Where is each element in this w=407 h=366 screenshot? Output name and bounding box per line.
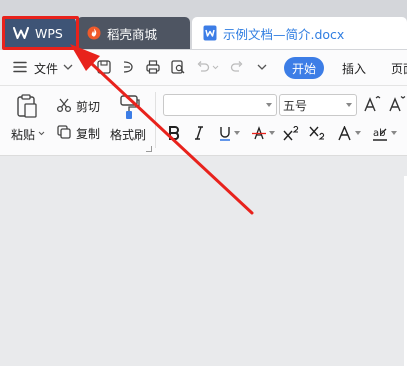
print-preview-icon[interactable] (170, 59, 186, 75)
export-pdf-icon[interactable] (120, 59, 136, 75)
format-painter-label[interactable]: 格式刷 (110, 126, 146, 143)
title-tab-bar: WPS 稻壳商城 示例文档—简介.docx (0, 0, 407, 50)
copy-icon[interactable] (56, 124, 72, 140)
scissors-icon[interactable] (56, 97, 72, 113)
strikethrough-dropdown-icon (268, 131, 275, 135)
superscript-icon[interactable] (283, 122, 301, 144)
font-name-dropdown-icon (266, 103, 272, 107)
undo-dropdown-icon[interactable] (212, 65, 219, 70)
bold-icon[interactable] (166, 122, 182, 144)
highlight-color-dropdown-icon (390, 131, 397, 135)
tab-document[interactable]: 示例文档—简介.docx (192, 17, 407, 49)
document-canvas[interactable] (0, 157, 407, 366)
highlight-color-icon[interactable]: ab (370, 122, 398, 144)
underline-icon[interactable] (216, 122, 242, 144)
underline-dropdown-icon (233, 131, 240, 135)
format-painter-icon[interactable] (118, 94, 140, 120)
font-size-select[interactable]: 五号 (279, 94, 357, 116)
strikethrough-icon[interactable] (250, 122, 276, 144)
hamburger-menu-icon[interactable] (13, 61, 27, 73)
tab-docer-store[interactable]: 稻壳商城 (77, 17, 190, 49)
text-effect-dropdown-icon (355, 131, 361, 135)
tab-page[interactable]: 页面 (391, 60, 407, 77)
file-menu-label[interactable]: 文件 (34, 60, 58, 77)
paste-dropdown-icon[interactable] (38, 131, 45, 136)
font-size-dropdown-icon (346, 103, 352, 107)
paste-icon[interactable] (16, 94, 38, 118)
tab-wps-label: WPS (35, 25, 63, 41)
chevron-down-icon[interactable] (63, 64, 73, 71)
font-size-value: 五号 (283, 98, 308, 113)
cut-label[interactable]: 剪切 (76, 98, 100, 115)
clipboard-group-expand-icon[interactable] (146, 146, 152, 152)
font-name-select[interactable] (163, 94, 277, 116)
svg-text:ab: ab (373, 128, 385, 139)
docer-flame-icon (87, 26, 101, 40)
tab-docer-label: 稻壳商城 (107, 26, 158, 42)
customize-toolbar-icon[interactable] (257, 64, 267, 71)
ribbon-separator (155, 92, 156, 148)
tab-document-label: 示例文档—简介.docx (223, 26, 345, 42)
undo-icon[interactable] (196, 60, 210, 74)
word-doc-icon (203, 25, 217, 41)
tab-wps-home[interactable]: WPS (3, 17, 76, 49)
ribbon-toolbar: 粘贴 剪切 复制 格式刷 五号 ab (0, 86, 407, 156)
paste-label[interactable]: 粘贴 (11, 126, 35, 143)
copy-label[interactable]: 复制 (76, 125, 100, 142)
print-icon[interactable] (145, 59, 161, 75)
italic-icon[interactable] (191, 122, 207, 144)
save-icon[interactable] (96, 59, 112, 75)
redo-icon[interactable] (230, 60, 244, 74)
tab-insert[interactable]: 插入 (342, 60, 366, 77)
text-effect-icon[interactable] (336, 122, 362, 144)
wps-logo-icon (13, 27, 29, 39)
menu-bar: 文件 开始 插入 页面 (0, 50, 407, 86)
decrease-font-size-icon[interactable] (388, 96, 406, 114)
increase-font-size-icon[interactable] (363, 96, 381, 114)
tab-start[interactable]: 开始 (284, 57, 324, 79)
subscript-icon[interactable] (309, 122, 327, 144)
